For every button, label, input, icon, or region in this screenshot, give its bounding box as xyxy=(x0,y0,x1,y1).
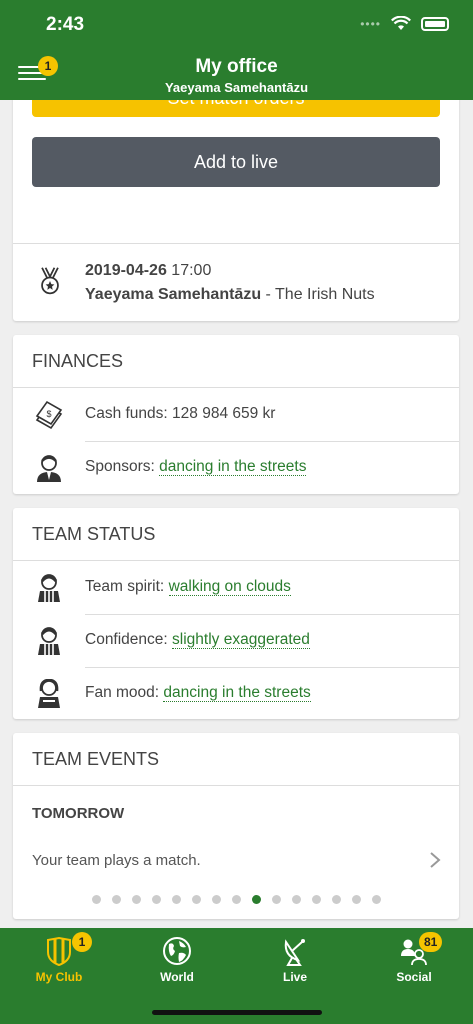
finances-title: FINANCES xyxy=(13,335,459,388)
globe-icon xyxy=(163,937,191,965)
page-subtitle: Yaeyama Samehantāzu xyxy=(164,80,309,95)
player-icon xyxy=(38,627,60,655)
event-description[interactable]: Your team plays a match. xyxy=(32,852,201,869)
match-teams: Yaeyama Samehantāzu - The Irish Nuts xyxy=(85,286,375,304)
event-day-label: TOMORROW xyxy=(32,805,125,822)
team-separator: - xyxy=(265,286,271,303)
tab-social[interactable]: 81 Social xyxy=(355,928,473,990)
businessman-icon xyxy=(37,455,61,482)
team-status-title: TEAM STATUS xyxy=(13,508,459,561)
money-stack-icon: $ xyxy=(35,400,63,430)
set-match-orders-button[interactable]: Set match orders xyxy=(32,100,440,117)
team-spirit-label: Team spirit: xyxy=(85,578,165,595)
confidence-value-link[interactable]: slightly exaggerated xyxy=(172,631,310,649)
match-time: 17:00 xyxy=(171,262,212,279)
cash-funds-row[interactable]: $ Cash funds: 128 984 659 kr xyxy=(13,388,459,441)
confidence-label: Confidence: xyxy=(85,631,168,648)
sponsors-text: Sponsors: dancing in the streets xyxy=(85,458,307,476)
sponsors-row[interactable]: Sponsors: dancing in the streets xyxy=(13,441,459,494)
home-indicator xyxy=(152,1010,322,1015)
tab-my-club-label: My Club xyxy=(35,970,83,984)
team-spirit-text: Team spirit: walking on clouds xyxy=(85,578,291,596)
team-events-title: TEAM EVENTS xyxy=(13,733,459,786)
pager-dot[interactable] xyxy=(91,895,101,904)
tab-social-label: Social xyxy=(396,970,432,984)
team-spirit-value-link[interactable]: walking on clouds xyxy=(168,578,291,596)
team-events-card: TEAM EVENTS TOMORROW Your team plays a m… xyxy=(13,733,459,919)
tab-live[interactable]: Live xyxy=(236,928,354,990)
pager-dot[interactable] xyxy=(371,895,381,904)
fan-icon xyxy=(38,679,60,708)
pager-dot[interactable] xyxy=(271,895,281,904)
pager-dots[interactable] xyxy=(13,895,459,904)
confidence-row[interactable]: Confidence: slightly exaggerated xyxy=(13,614,459,667)
pager-dot[interactable] xyxy=(311,895,321,904)
pager-dot[interactable] xyxy=(331,895,341,904)
player-icon xyxy=(38,574,60,602)
tab-my-club[interactable]: 1 My Club xyxy=(0,928,118,990)
tab-world-label: World xyxy=(160,970,194,984)
cash-funds-value: 128 984 659 kr xyxy=(172,405,276,422)
pager-dot[interactable] xyxy=(211,895,221,904)
cash-funds-text: Cash funds: 128 984 659 kr xyxy=(85,405,275,423)
tab-world[interactable]: World xyxy=(118,928,236,990)
tab-bar: 1 My Club World Live 81 Social xyxy=(0,928,473,1024)
match-date: 2019-04-26 xyxy=(85,262,167,279)
fan-mood-row[interactable]: Fan mood: dancing in the streets xyxy=(13,667,459,720)
status-bar: 2:43 •••• xyxy=(0,0,473,48)
satellite-dish-icon xyxy=(284,939,305,966)
page-title: My office xyxy=(195,56,278,77)
fan-mood-label: Fan mood: xyxy=(85,684,160,701)
signal-icon: •••• xyxy=(360,16,381,31)
svg-text:$: $ xyxy=(46,409,51,419)
pager-dot[interactable] xyxy=(291,895,301,904)
social-badge: 81 xyxy=(419,932,443,952)
team-spirit-row[interactable]: Team spirit: walking on clouds xyxy=(13,561,459,614)
home-team: Yaeyama Samehantāzu xyxy=(85,286,262,303)
pager-dot[interactable] xyxy=(131,895,141,904)
confidence-text: Confidence: slightly exaggerated xyxy=(85,631,310,649)
match-card: Set match orders Add to live 2019-04-26 … xyxy=(13,100,459,321)
chevron-right-icon[interactable] xyxy=(429,851,441,869)
team-status-card: TEAM STATUS Team spirit: walking on clou… xyxy=(13,508,459,719)
pager-dot[interactable] xyxy=(231,895,241,904)
fan-mood-value-link[interactable]: dancing in the streets xyxy=(163,684,311,702)
battery-icon xyxy=(421,16,449,31)
shield-icon xyxy=(47,936,71,966)
pager-dot[interactable] xyxy=(111,895,121,904)
tab-live-label: Live xyxy=(282,970,307,984)
pager-dot[interactable] xyxy=(171,895,181,904)
pager-dot[interactable] xyxy=(351,895,361,904)
status-time: 2:43 xyxy=(46,14,85,35)
wifi-icon xyxy=(391,16,411,30)
sponsors-label: Sponsors: xyxy=(85,458,155,475)
pager-dot[interactable] xyxy=(251,895,261,904)
status-icons: •••• xyxy=(360,16,449,31)
fan-mood-text: Fan mood: dancing in the streets xyxy=(85,684,311,702)
pager-dot[interactable] xyxy=(151,895,161,904)
pager-dot[interactable] xyxy=(191,895,201,904)
away-team: The Irish Nuts xyxy=(275,286,375,303)
cash-funds-label: Cash funds: xyxy=(85,405,168,422)
medal-icon xyxy=(41,267,59,295)
my-club-badge: 1 xyxy=(72,932,92,952)
add-to-live-button[interactable]: Add to live xyxy=(32,137,440,187)
match-row[interactable]: 2019-04-26 17:00 Yaeyama Samehantāzu - T… xyxy=(13,243,459,321)
sponsors-value-link[interactable]: dancing in the streets xyxy=(159,458,307,476)
finances-card: FINANCES $ Cash funds: 128 984 659 kr Sp… xyxy=(13,335,459,494)
scroll-content[interactable]: Set match orders Add to live 2019-04-26 … xyxy=(0,100,473,928)
app-header: 1 My office Yaeyama Samehantāzu xyxy=(0,48,473,100)
match-datetime: 2019-04-26 17:00 xyxy=(85,262,211,280)
